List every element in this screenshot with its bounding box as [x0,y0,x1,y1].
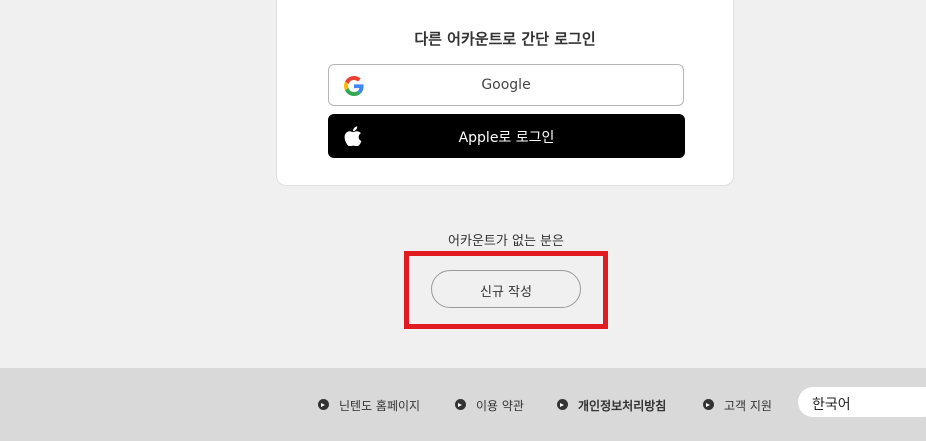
google-login-button[interactable]: Google [328,64,684,106]
chevron-right-circle-icon [318,399,329,410]
footer-link-label: 개인정보처리방침 [578,399,667,413]
footer-link-label: 닌텐도 홈페이지 [339,399,421,413]
apple-login-label: Apple로 로그인 [458,130,555,146]
sns-login-card: 다른 어카운트로 간단 로그인 Google Apple로 로그인 [276,0,734,186]
apple-login-button[interactable]: Apple로 로그인 [328,114,685,158]
sns-login-title: 다른 어카운트로 간단 로그인 [414,30,596,48]
language-selector[interactable]: 한국어 [798,387,926,417]
chevron-right-circle-icon [703,399,714,410]
footer-link-label: 고객 지원 [724,399,772,413]
footer: 닌텐도 홈페이지 이용 약관 개인정보처리방침 고객 지원 한국어 [0,368,926,441]
google-login-label: Google [481,77,531,93]
chevron-right-circle-icon [455,399,466,410]
create-account-button[interactable]: 신규 작성 [431,270,581,308]
create-account-label: 신규 작성 [480,285,532,300]
no-account-prompt: 어카운트가 없는 분은 [448,234,564,249]
footer-link-label: 이용 약관 [476,399,524,413]
language-label: 한국어 [812,397,851,413]
chevron-right-circle-icon [557,399,568,410]
